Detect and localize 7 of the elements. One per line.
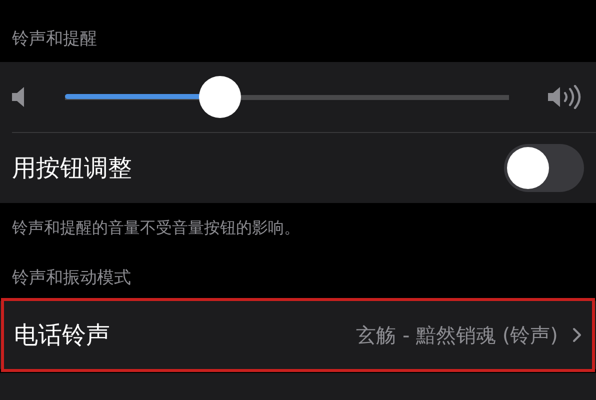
volume-low-icon (12, 86, 26, 108)
section-header: 铃声和振动模式 (11, 267, 132, 290)
chevron-right-icon (572, 327, 582, 343)
section-header: 铃声和提醒 (11, 28, 98, 51)
section-footer: 铃声和提醒的音量不受音量按钮的影响。 (0, 203, 596, 239)
toggle-switch[interactable] (504, 144, 584, 192)
setting-label: 用按钮调整 (12, 153, 132, 184)
